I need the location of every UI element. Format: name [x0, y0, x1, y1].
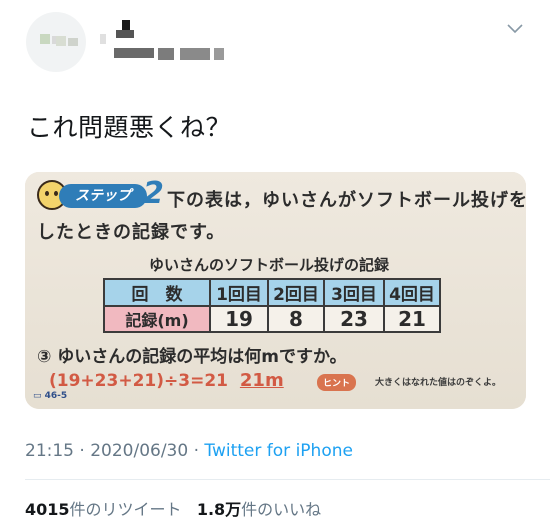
table-header-cell: 1回目 — [209, 278, 269, 307]
answer-final: 21m — [239, 370, 284, 391]
hint-badge: ヒント — [317, 374, 357, 391]
step-badge: ステップ 2 — [37, 176, 177, 214]
like-label: 件のいいね — [241, 500, 322, 519]
question-line-2: したときの記録です。 — [37, 222, 226, 243]
page-reference-text: 46-5 — [44, 391, 68, 401]
tweet-timestamp[interactable]: 21:15 · 2020/06/30 · — [25, 441, 204, 461]
like-count: 1.8万 — [196, 500, 242, 519]
book-icon: ▭ — [33, 391, 42, 401]
retweet-stat[interactable]: 4015件のリツイート — [25, 500, 182, 519]
table-header-label: 回 数 — [103, 278, 211, 307]
table-header-cell: 2回目 — [267, 278, 325, 307]
worksheet-page: ステップ 2 下の表は，ゆいさんがソフトボール投げを したときの記録です。 ゆい… — [25, 172, 526, 409]
retweet-label: 件のリツイート — [69, 500, 182, 519]
tweet-meta: 21:15 · 2020/06/30 · Twitter for iPhone — [25, 441, 353, 461]
page-reference: ▭ 46-5 — [33, 391, 67, 401]
question-3: ③ ゆいさんの記録の平均は何mですか。 — [37, 347, 347, 367]
table-value-cell: 23 — [323, 305, 385, 333]
retweet-count: 4015 — [25, 500, 70, 519]
step-number: 2 — [143, 176, 164, 211]
table-header-cell: 3回目 — [323, 278, 385, 307]
question-line-1: 下の表は，ゆいさんがソフトボール投げを — [167, 190, 526, 211]
chevron-down-icon[interactable] — [504, 18, 526, 40]
answer: (19+23+21)÷3=21 21m — [49, 370, 284, 391]
table-value-cell: 19 — [209, 305, 269, 333]
divider — [25, 479, 550, 480]
tweet-photo[interactable]: ステップ 2 下の表は，ゆいさんがソフトボール投げを したときの記録です。 ゆい… — [25, 172, 526, 409]
table-value-cell: 21 — [383, 305, 441, 333]
hint-text: 大きくはなれた値はのぞくよ。 — [375, 378, 502, 388]
like-stat[interactable]: 1.8万件のいいね — [197, 500, 321, 519]
tweet-card: これ問題悪くね？ ステップ 2 下の表は，ゆいさんがソフトボール投げを したとき… — [0, 0, 550, 529]
tweet-stats: 4015件のリツイート 1.8万件のいいね — [25, 496, 321, 520]
table-title: ゆいさんのソフトボール投げの記録 — [149, 256, 390, 274]
table-value-cell: 8 — [267, 305, 325, 333]
record-table: 回 数 1回目 2回目 3回目 4回目 記録(m) 19 8 23 21 — [103, 278, 441, 333]
tweet-source-link[interactable]: Twitter for iPhone — [204, 441, 353, 461]
step-label: ステップ — [59, 184, 147, 208]
answer-work: (19+23+21)÷3=21 — [49, 371, 228, 391]
user-name-blurred[interactable] — [56, 18, 256, 68]
table-header-cell: 4回目 — [383, 278, 441, 307]
table-row-label: 記録(m) — [103, 305, 211, 333]
tweet-text: これ問題悪くね？ — [27, 113, 232, 142]
